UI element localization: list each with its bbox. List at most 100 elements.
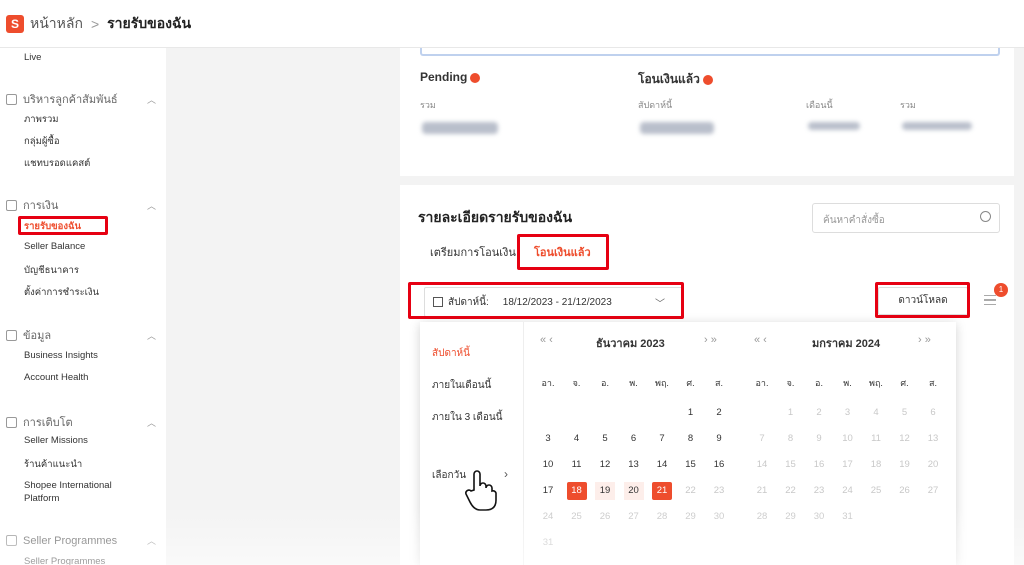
dec-dow: พ. (629, 378, 638, 388)
section-label: Seller Programmes (23, 534, 118, 547)
paid-title: โอนเงินแล้ว (638, 70, 713, 89)
date-shortcuts: สัปดาห์นี้ ภายในเดือนนี้ ภายใน 3 เดือนนี… (420, 322, 524, 565)
dec-day[interactable]: 20 (623, 482, 644, 500)
highlight-box-download (875, 282, 970, 318)
dec-day: 28 (656, 511, 668, 522)
dec-day[interactable]: 14 (652, 456, 672, 474)
jan-day: 29 (785, 511, 796, 522)
dec-day[interactable]: 19 (595, 482, 615, 500)
dec-day[interactable]: 5 (595, 430, 615, 448)
shortcut-this-month[interactable]: ภายในเดือนนี้ (432, 378, 491, 393)
order-search-input[interactable]: ค้นหาคำสั่งซื้อ (812, 203, 1000, 233)
dec-day[interactable]: 4 (567, 430, 587, 448)
dec-day[interactable]: 6 (624, 430, 644, 448)
paid-month-label: เดือนนี้ (806, 100, 833, 110)
programmes-icon (6, 535, 17, 546)
highlight-box-my-income (18, 216, 108, 235)
sidebar-item-seller-balance[interactable]: Seller Balance (24, 241, 85, 252)
dec-day[interactable]: 8 (681, 430, 701, 448)
notification-badge: 1 (994, 283, 1008, 297)
prev-month-nav[interactable]: « ‹ (540, 334, 553, 346)
dec-day[interactable]: 12 (595, 456, 615, 474)
dec-day: 27 (628, 511, 639, 522)
chevron-up-icon: ︿ (146, 536, 156, 546)
shortcut-pick-date[interactable]: เลือกวัน (432, 468, 466, 483)
dec-day[interactable]: 3 (538, 430, 558, 448)
breadcrumb-separator: > (90, 15, 100, 32)
pointer-hand-cursor-icon (465, 470, 497, 511)
pending-total-label: รวม (420, 100, 436, 110)
search-icon[interactable] (980, 211, 991, 222)
jan-day: 22 (785, 485, 796, 496)
jan-day: 24 (842, 485, 853, 496)
jan-day: 20 (927, 459, 939, 470)
dec-day[interactable]: 7 (652, 430, 672, 448)
sidebar-item-shopee-international[interactable]: Shopee International Platform (24, 479, 134, 505)
sidebar-item-payment-settings[interactable]: ตั้งค่าการชำระเงิน (24, 285, 99, 300)
sidebar-item-seller-missions[interactable]: Seller Missions (24, 435, 88, 446)
dec-day[interactable]: 11 (567, 456, 587, 474)
sidebar-section-programmes[interactable]: Seller Programmes ︿ (6, 534, 156, 547)
jan-day: 18 (870, 459, 882, 470)
dec-day[interactable]: 2 (709, 404, 729, 422)
jan-day: 3 (844, 407, 851, 418)
sidebar-item-account-health[interactable]: Account Health (24, 372, 88, 383)
prev-month-nav-right[interactable]: « ‹ (754, 334, 767, 346)
sidebar-section-customer[interactable]: บริหารลูกค้าสัมพันธ์ ︿ (6, 90, 156, 108)
jan-day: 16 (813, 459, 825, 470)
sidebar-item-recommended-shops[interactable]: ร้านค้าแนะนำ (24, 457, 82, 472)
dec-day[interactable]: 1 (681, 404, 701, 422)
jan-day: 25 (870, 485, 882, 496)
dec-day[interactable]: 10 (538, 456, 558, 474)
jan-day: 11 (871, 433, 881, 444)
dec-day[interactable]: 16 (709, 456, 729, 474)
shopee-logo-icon[interactable]: S (6, 14, 24, 33)
chevron-right-icon: › (504, 467, 508, 481)
pending-amount-blurred (422, 122, 498, 134)
sidebar-item-live[interactable]: Live (24, 52, 41, 63)
dec-day[interactable]: 13 (624, 456, 644, 474)
paid-month-amount-blurred (808, 122, 860, 130)
sidebar: Live บริหารลูกค้าสัมพันธ์ ︿ ภาพรวม กลุ่ม… (0, 48, 166, 565)
chart-icon (6, 329, 17, 341)
jan-day: 12 (899, 433, 910, 444)
highlight-box-date-picker (408, 282, 684, 319)
dec-day: 24 (542, 511, 554, 522)
jan-day: 2 (816, 407, 822, 418)
menu-icon[interactable] (984, 295, 996, 305)
next-month-nav[interactable]: › » (704, 334, 717, 346)
income-summary-card: Pending รวม โอนเงินแล้ว สัปดาห์นี้ เดือน… (400, 48, 1014, 176)
jan-day: 10 (842, 433, 853, 444)
shortcut-3-months[interactable]: ภายใน 3 เดือนนี้ (432, 410, 503, 425)
calendar-month-jan: มกราคม 2024 (812, 338, 881, 350)
info-icon[interactable] (470, 72, 481, 83)
sidebar-section-finance[interactable]: การเงิน ︿ (6, 196, 156, 214)
dec-day[interactable]: 17 (538, 482, 558, 500)
tab-preparing-transfer[interactable]: เตรียมการโอนเงิน (430, 243, 516, 261)
jan-day: 21 (756, 485, 768, 496)
dec-day[interactable]: 21 (652, 482, 672, 500)
sidebar-section-data[interactable]: ข้อมูล ︿ (6, 326, 156, 344)
next-month-nav-right[interactable]: › » (918, 334, 931, 346)
jan-day: 30 (813, 511, 825, 522)
sidebar-item-overview[interactable]: ภาพรวม (24, 112, 59, 127)
sidebar-item-chat-broadcast[interactable]: แชทบรอดแคสต์ (24, 156, 90, 171)
section-label: การเงิน (23, 200, 59, 212)
shortcut-this-week[interactable]: สัปดาห์นี้ (432, 346, 470, 361)
dec-day[interactable]: 18 (566, 482, 587, 500)
info-icon[interactable] (702, 74, 713, 85)
sidebar-item-bank-account[interactable]: บัญชีธนาคาร (24, 263, 79, 278)
breadcrumb-home[interactable]: หน้าหลัก (30, 13, 83, 35)
wallet-icon (6, 199, 17, 211)
sidebar-item-buyer-groups[interactable]: กลุ่มผู้ซื้อ (24, 134, 60, 149)
sidebar-item-business-insights[interactable]: Business Insights (24, 350, 98, 361)
jan-dow: ศ. (900, 378, 909, 388)
dec-day[interactable]: 9 (709, 430, 729, 448)
jan-day: 1 (787, 407, 794, 418)
chevron-up-icon: ︿ (146, 200, 156, 211)
dec-day[interactable]: 15 (681, 456, 701, 474)
dec-dow: พฤ. (655, 378, 669, 388)
sidebar-section-growth[interactable]: การเติบโต ︿ (6, 413, 156, 431)
chevron-up-icon: ︿ (146, 330, 156, 341)
sidebar-item-seller-programmes[interactable]: Seller Programmes (24, 556, 105, 565)
